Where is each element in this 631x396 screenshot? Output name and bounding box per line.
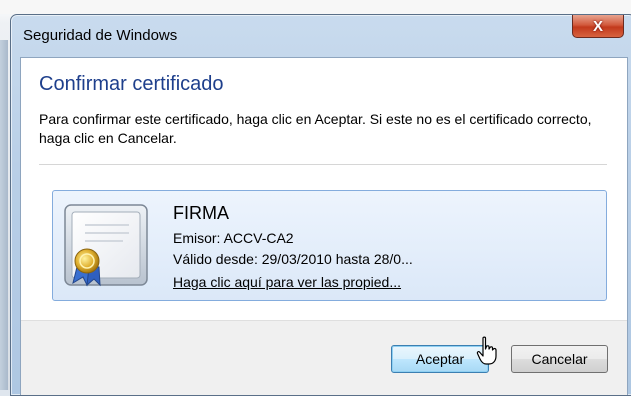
certificate-name: FIRMA <box>173 203 229 223</box>
cancel-button[interactable]: Cancelar <box>511 345 608 373</box>
background-window-edge <box>0 40 8 390</box>
dialog-instruction: Para confirmar este certificado, haga cl… <box>39 111 592 146</box>
dialog-heading: Confirmar certificado <box>39 73 224 95</box>
accept-button[interactable]: Aceptar <box>391 345 489 373</box>
hand-cursor-icon <box>476 336 497 365</box>
certificate-details-link[interactable]: Haga clic aquí para ver las propied... <box>173 274 401 290</box>
close-button[interactable]: X <box>572 15 624 38</box>
button-bar: Aceptar Cancelar <box>21 320 627 395</box>
security-dialog: Seguridad de Windows X Confirmar certifi… <box>10 14 631 396</box>
certificate-validity: Válido desde: 29/03/2010 hasta 28/0... <box>173 251 413 267</box>
background-strip <box>0 0 631 14</box>
certificate-icon <box>64 204 148 287</box>
separator <box>39 164 607 165</box>
window-title: Seguridad de Windows <box>23 27 178 44</box>
close-icon: X <box>592 17 603 35</box>
title-bar[interactable]: Seguridad de Windows X <box>11 15 631 55</box>
certificate-tile[interactable]: FIRMA Emisor: ACCV-CA2 Válido desde: 29/… <box>52 190 607 301</box>
certificate-issuer: Emisor: ACCV-CA2 <box>173 230 294 246</box>
dialog-content: Confirmar certificado Para confirmar est… <box>20 57 628 395</box>
